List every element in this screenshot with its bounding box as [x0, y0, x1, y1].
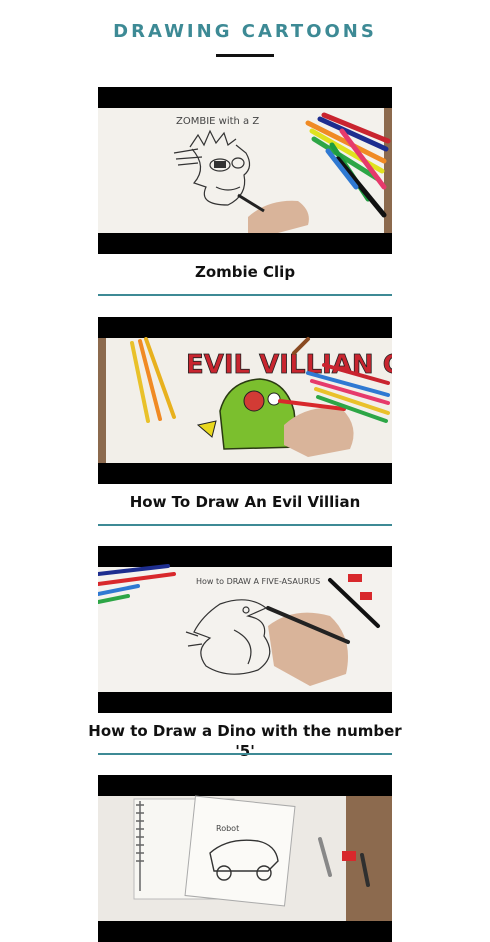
divider — [98, 753, 392, 755]
video-thumbnail[interactable]: ZOMBIE with a Z — [98, 87, 392, 254]
page-title: DRAWING CARTOONS — [113, 21, 377, 42]
svg-text:ZOMBIE with a Z: ZOMBIE with a Z — [176, 116, 259, 127]
zombie-drawing-thumbnail: ZOMBIE with a Z — [98, 108, 392, 233]
video-thumbnail[interactable]: How to DRAW A FIVE-ASAURUS — [98, 546, 392, 713]
divider — [98, 524, 392, 526]
video-title[interactable]: How To Draw An Evil Villian — [78, 492, 412, 512]
title-underline — [216, 54, 274, 57]
divider — [98, 294, 392, 296]
dino-drawing-thumbnail: How to DRAW A FIVE-ASAURUS — [98, 564, 392, 692]
video-thumbnail[interactable]: EVIL VILLIAN CARTOONS — [98, 317, 392, 484]
video-title[interactable]: Zombie Clip — [78, 262, 412, 282]
robot-drawing-thumbnail: Robot — [98, 795, 392, 921]
svg-text:How to DRAW A FIVE-ASAURUS: How to DRAW A FIVE-ASAURUS — [196, 577, 320, 586]
video-thumbnail[interactable]: Robot — [98, 775, 392, 942]
video-title[interactable]: How to Draw a Dino with the number '5' — [78, 721, 412, 761]
svg-text:Robot: Robot — [216, 824, 239, 833]
evil-villian-drawing-thumbnail: EVIL VILLIAN CARTOONS — [98, 337, 392, 463]
